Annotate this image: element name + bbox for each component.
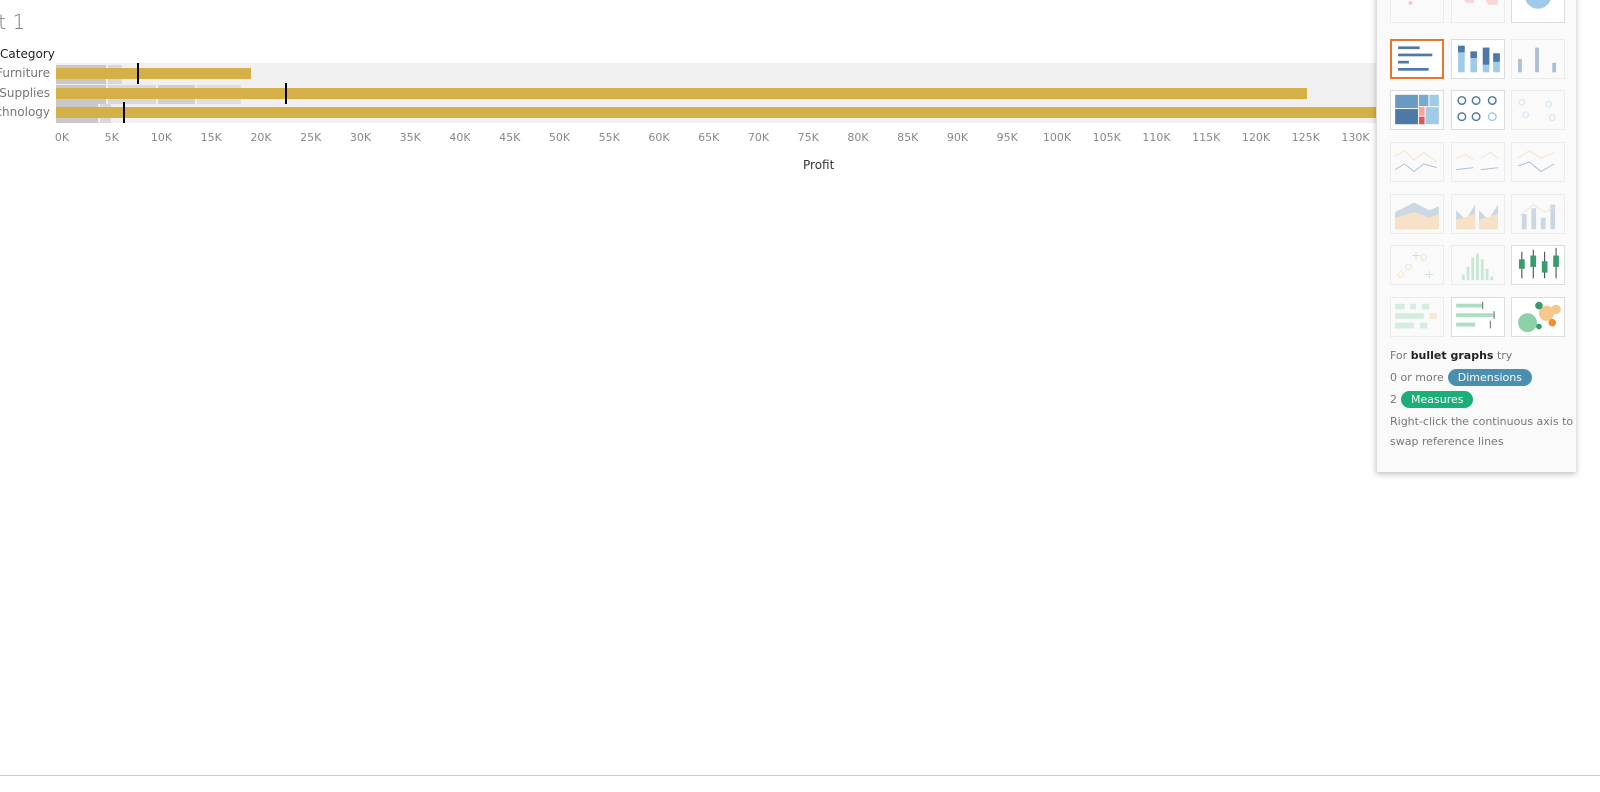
circle-views-icon xyxy=(1457,95,1497,122)
chart-type-continuous-lines-button[interactable] xyxy=(1390,142,1444,182)
bar[interactable] xyxy=(56,68,252,79)
x-tick-label: 20K xyxy=(250,131,272,144)
treemap-icon xyxy=(1395,94,1439,125)
row-label[interactable]: Supplies xyxy=(0,86,50,100)
hint-chart-type: bullet graphs xyxy=(1410,349,1494,362)
row-label[interactable]: chnology xyxy=(0,105,50,119)
side-by-side-bars-icon xyxy=(1518,47,1557,73)
reference-line[interactable] xyxy=(284,83,287,104)
chart-type-circle-views-button[interactable] xyxy=(1451,90,1505,130)
x-tick-label: 90K xyxy=(946,131,969,144)
horizontal-bars-icon xyxy=(1398,46,1433,71)
x-tick-label: 85K xyxy=(897,131,919,144)
dimensions-pill: Dimensions xyxy=(1447,369,1532,386)
x-tick-label: 55K xyxy=(598,131,620,144)
chart-type-box-and-whisker-button[interactable] xyxy=(1511,245,1565,285)
chart-type-side-by-side-circles-button[interactable] xyxy=(1511,90,1565,130)
bullet-graph-icon xyxy=(1456,301,1495,329)
side-by-side-circles-icon xyxy=(1518,99,1556,121)
x-tick-label: 95K xyxy=(996,131,1018,144)
area-discrete-icon xyxy=(1456,204,1498,230)
pie-chart-icon xyxy=(1525,0,1551,9)
x-tick-label: 50K xyxy=(548,131,571,144)
chart-type-dual-combination-button[interactable] xyxy=(1511,194,1565,234)
chart-type-area-continuous-button[interactable] xyxy=(1390,194,1444,234)
chart-type-filled-map-button[interactable] xyxy=(1451,0,1505,23)
measures-requirement: 2 Measures xyxy=(1390,391,1474,408)
x-tick-label: 10K xyxy=(150,131,173,144)
histogram-icon xyxy=(1461,253,1494,281)
box-and-whisker-icon xyxy=(1519,247,1559,279)
x-tick-label: 35K xyxy=(399,131,421,144)
x-tick-label: 45K xyxy=(499,131,521,144)
x-tick-label: 125K xyxy=(1291,131,1320,144)
show-me-panel: For bullet graphs try 0 or more Dimension… xyxy=(1376,0,1576,472)
row-header-category[interactable]: Category xyxy=(0,47,55,61)
dims-prefix: 0 or more xyxy=(1390,371,1444,384)
chart-type-horizontal-bars-button[interactable] xyxy=(1390,39,1444,79)
chart-type-bullet-graph-button[interactable] xyxy=(1451,297,1505,337)
bar[interactable] xyxy=(56,88,1307,99)
reference-line[interactable] xyxy=(122,102,125,123)
chart-type-histogram-button[interactable] xyxy=(1451,245,1505,285)
chart-type-gantt-chart-button[interactable] xyxy=(1390,297,1444,337)
x-tick-label: 130K xyxy=(1341,131,1370,144)
chart-type-dual-lines-button[interactable] xyxy=(1511,142,1565,182)
x-tick-label: 75K xyxy=(797,131,819,144)
area-continuous-icon xyxy=(1395,202,1439,230)
scatter-plot-icon xyxy=(1397,251,1434,279)
chart-type-side-by-side-bars-button[interactable] xyxy=(1511,39,1565,79)
x-tick-label: 40K xyxy=(449,131,471,144)
x-tick-label: 105K xyxy=(1092,131,1121,144)
chart-type-stacked-bars-button[interactable] xyxy=(1451,39,1505,79)
bar[interactable] xyxy=(56,107,1376,118)
hint-prefix: For xyxy=(1390,349,1411,362)
stacked-bars-icon xyxy=(1458,45,1500,73)
chart-type-area-discrete-button[interactable] xyxy=(1451,194,1505,234)
continuous-lines-icon xyxy=(1394,150,1438,173)
x-tick-label: 110K xyxy=(1142,131,1171,144)
symbol-map-icon xyxy=(1408,1,1413,5)
x-tick-label: 25K xyxy=(300,131,322,144)
x-tick-label: 15K xyxy=(200,131,222,144)
dual-combination-icon xyxy=(1519,203,1557,230)
chart-type-packed-bubbles-button[interactable] xyxy=(1511,297,1565,337)
hint-suffix: try xyxy=(1493,349,1513,362)
discrete-lines-icon xyxy=(1455,151,1499,171)
plot-area[interactable] xyxy=(56,63,1376,123)
note-line-2: swap reference lines xyxy=(1390,435,1504,448)
measures-pill: Measures xyxy=(1401,391,1474,408)
x-tick-label: 100K xyxy=(1042,131,1072,144)
x-tick-label: 70K xyxy=(747,131,770,144)
show-me-hint: For bullet graphs try xyxy=(1390,349,1512,362)
x-tick-label: 0K xyxy=(54,131,70,144)
x-tick-label: 65K xyxy=(698,131,720,144)
dimensions-requirement: 0 or more Dimensions xyxy=(1390,369,1532,386)
note-line-1: Right-click the continuous axis to xyxy=(1390,415,1574,428)
x-tick-label: 5K xyxy=(104,131,119,144)
x-axis-title[interactable]: Profit xyxy=(803,158,834,172)
packed-bubbles-icon xyxy=(1518,301,1561,333)
x-tick-label: 30K xyxy=(349,131,372,144)
meas-prefix: 2 xyxy=(1390,393,1397,406)
x-tick-label: 120K xyxy=(1241,131,1271,144)
chart-type-treemap-button[interactable] xyxy=(1390,90,1444,130)
sheet-title: et 1 xyxy=(0,10,26,34)
chart-type-pie-chart-button[interactable] xyxy=(1511,0,1565,23)
chart-type-symbol-map-button[interactable] xyxy=(1390,0,1444,23)
chart-type-scatter-plot-button[interactable] xyxy=(1390,245,1444,285)
reference-line[interactable] xyxy=(136,63,139,84)
x-tick-label: 60K xyxy=(648,131,670,144)
dual-lines-icon xyxy=(1517,150,1555,173)
divider xyxy=(0,775,1600,776)
gantt-chart-icon xyxy=(1395,303,1437,329)
x-tick-label: 80K xyxy=(847,131,869,144)
x-tick-label: 115K xyxy=(1192,131,1221,144)
chart-type-discrete-lines-button[interactable] xyxy=(1451,142,1505,182)
filled-map-icon xyxy=(1464,0,1498,5)
row-label[interactable]: Furniture xyxy=(0,66,50,80)
